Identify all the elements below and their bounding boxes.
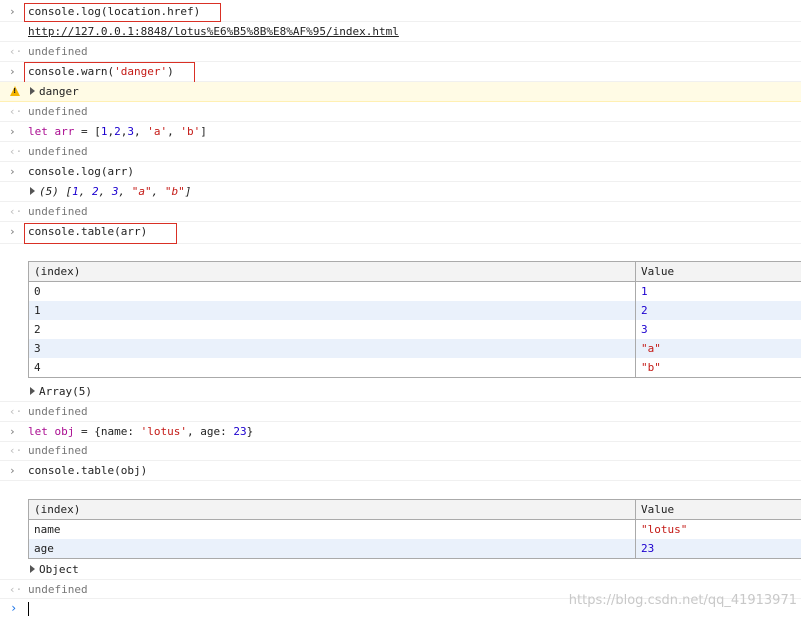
- table-cell-index: 3: [28, 339, 636, 358]
- prompt-chevron-icon: ›: [9, 65, 16, 78]
- prompt-chevron-icon: ›: [9, 225, 16, 238]
- url-link[interactable]: http://127.0.0.1:8848/lotus%E6%B5%8B%E8%…: [28, 22, 399, 41]
- return-value: undefined: [28, 105, 88, 118]
- table-cell-index: 1: [28, 301, 636, 320]
- console-input-row[interactable]: › console.table(obj): [0, 461, 801, 481]
- return-arrow-icon: ‹·: [9, 444, 23, 457]
- table-cell-index: 2: [28, 320, 636, 339]
- table-cell-value: "a": [635, 339, 801, 358]
- column-header-value[interactable]: Value: [635, 261, 801, 282]
- input-code: console.log(arr): [28, 165, 134, 178]
- array-preview[interactable]: (5) [1, 2, 3, "a", "b"]: [30, 182, 191, 201]
- warning-icon: [10, 86, 20, 96]
- table-cell-index: name: [28, 519, 636, 539]
- table-cell-value: "b": [635, 358, 801, 378]
- console-output-row[interactable]: Object: [0, 560, 801, 580]
- column-header-index[interactable]: (index): [28, 261, 636, 282]
- return-value: undefined: [28, 583, 88, 596]
- return-arrow-icon: ‹·: [9, 405, 23, 418]
- input-code: console.table(obj): [28, 464, 148, 477]
- return-value: undefined: [28, 45, 88, 58]
- console-output-row: http://127.0.0.1:8848/lotus%E6%B5%8B%E8%…: [0, 22, 801, 42]
- watermark: https://blog.csdn.net/qq_41913971: [568, 593, 797, 608]
- table-cell-value: "lotus": [635, 519, 801, 539]
- console-return-row: ‹· undefined: [0, 402, 801, 422]
- return-arrow-icon: ‹·: [9, 583, 23, 596]
- return-arrow-icon: ‹·: [9, 145, 23, 158]
- return-arrow-icon: ‹·: [9, 205, 23, 218]
- prompt-chevron-icon: ›: [9, 5, 16, 18]
- console-input-row[interactable]: › let obj = {name: 'lotus', age: 23}: [0, 422, 801, 442]
- return-arrow-icon: ‹·: [9, 45, 23, 58]
- return-value: undefined: [28, 205, 88, 218]
- table-row: name "lotus": [28, 519, 801, 539]
- highlight-box: [24, 223, 177, 244]
- return-value: undefined: [28, 444, 88, 457]
- console-table-obj: (index) Value name "lotus" age 23: [28, 499, 801, 559]
- highlight-box: [24, 62, 195, 83]
- warning-message[interactable]: danger: [30, 82, 79, 101]
- table-cell-value: 1: [635, 281, 801, 301]
- console-return-row: ‹· undefined: [0, 102, 801, 122]
- table-cell-index: 4: [28, 358, 636, 378]
- table-cell-index: age: [28, 539, 636, 559]
- return-value: undefined: [28, 145, 88, 158]
- prompt-chevron-icon: ›: [9, 425, 16, 438]
- console-input-row[interactable]: › let arr = [1,2,3, 'a', 'b']: [0, 122, 801, 142]
- console-output-row[interactable]: (5) [1, 2, 3, "a", "b"]: [0, 182, 801, 202]
- console-return-row: ‹· undefined: [0, 142, 801, 162]
- table-header-row: (index) Value: [28, 499, 801, 520]
- array-summary[interactable]: Array(5): [30, 382, 92, 401]
- expand-triangle-icon[interactable]: [30, 187, 35, 195]
- table-row: 2 3: [28, 320, 801, 339]
- expand-triangle-icon[interactable]: [30, 387, 35, 395]
- table-row: 3 "a": [28, 339, 801, 358]
- table-header-row: (index) Value: [28, 261, 801, 282]
- console-warning-row[interactable]: danger: [0, 82, 801, 102]
- table-row: 0 1: [28, 281, 801, 301]
- console-table-arr: (index) Value 0 1 1 2 2 3 3 "a" 4 "b": [28, 261, 801, 378]
- prompt-caret-icon: ›: [10, 601, 18, 615]
- table-row: 4 "b": [28, 358, 801, 378]
- table-cell-index: 0: [28, 281, 636, 301]
- object-summary[interactable]: Object: [30, 560, 79, 579]
- expand-triangle-icon[interactable]: [30, 565, 35, 573]
- return-arrow-icon: ‹·: [9, 105, 23, 118]
- prompt-chevron-icon: ›: [9, 125, 16, 138]
- console-return-row: ‹· undefined: [0, 202, 801, 222]
- table-row: 1 2: [28, 301, 801, 320]
- input-code: let arr = [1,2,3, 'a', 'b']: [28, 125, 207, 138]
- input-code: let obj = {name: 'lotus', age: 23}: [28, 425, 254, 438]
- column-header-value[interactable]: Value: [635, 499, 801, 520]
- console-return-row: ‹· undefined: [0, 441, 801, 461]
- table-cell-value: 3: [635, 320, 801, 339]
- column-header-index[interactable]: (index): [28, 499, 636, 520]
- console-return-row: ‹· undefined: [0, 42, 801, 62]
- console-input-row[interactable]: › console.log(arr): [0, 162, 801, 182]
- table-cell-value: 23: [635, 539, 801, 559]
- return-value: undefined: [28, 405, 88, 418]
- prompt-chevron-icon: ›: [9, 464, 16, 477]
- prompt-chevron-icon: ›: [9, 165, 16, 178]
- table-row: age 23: [28, 539, 801, 559]
- console-output-row[interactable]: Array(5): [0, 381, 801, 402]
- highlight-box: [24, 3, 221, 22]
- console-input-cursor[interactable]: [28, 602, 29, 616]
- expand-triangle-icon[interactable]: [30, 87, 35, 95]
- table-cell-value: 2: [635, 301, 801, 320]
